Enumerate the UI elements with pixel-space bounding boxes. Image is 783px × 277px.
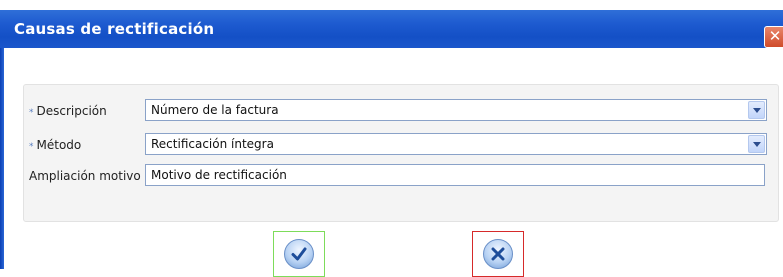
close-icon: ✕	[768, 27, 782, 45]
close-button[interactable]: ✕	[764, 26, 783, 48]
metodo-label: * Método	[29, 138, 81, 152]
required-marker: *	[29, 142, 34, 152]
descripcion-value: Número de la factura	[151, 103, 279, 117]
dialog-window: Causas de rectificación ✕ * Descripción N…	[0, 0, 783, 277]
x-icon	[491, 247, 505, 261]
ampliacion-label: Ampliación motivo	[29, 169, 141, 183]
metodo-select[interactable]: Rectificación íntegra	[145, 133, 767, 155]
ampliacion-row: Ampliación motivo	[24, 164, 778, 186]
check-icon	[291, 247, 307, 261]
form-panel: * Descripción Número de la factura * Métod…	[23, 84, 779, 222]
descripcion-label-text: Descripción	[36, 104, 107, 118]
window-title: Causas de rectificación	[14, 20, 215, 38]
cancel-button[interactable]	[472, 231, 524, 277]
metodo-row: * Método Rectificación íntegra	[24, 133, 778, 155]
accept-button[interactable]	[273, 231, 325, 277]
descripcion-label: * Descripción	[29, 104, 107, 118]
descripcion-select[interactable]: Número de la factura	[145, 99, 767, 121]
descripcion-row: * Descripción Número de la factura	[24, 99, 778, 121]
metodo-label-text: Método	[36, 138, 82, 152]
chevron-down-icon[interactable]	[748, 101, 765, 119]
required-marker: *	[29, 108, 34, 118]
dialog-content: * Descripción Número de la factura * Métod…	[4, 48, 783, 277]
chevron-down-icon[interactable]	[748, 135, 765, 153]
metodo-value: Rectificación íntegra	[151, 137, 274, 151]
ampliacion-input[interactable]	[145, 164, 765, 186]
title-bar[interactable]: Causas de rectificación ✕	[0, 10, 783, 48]
